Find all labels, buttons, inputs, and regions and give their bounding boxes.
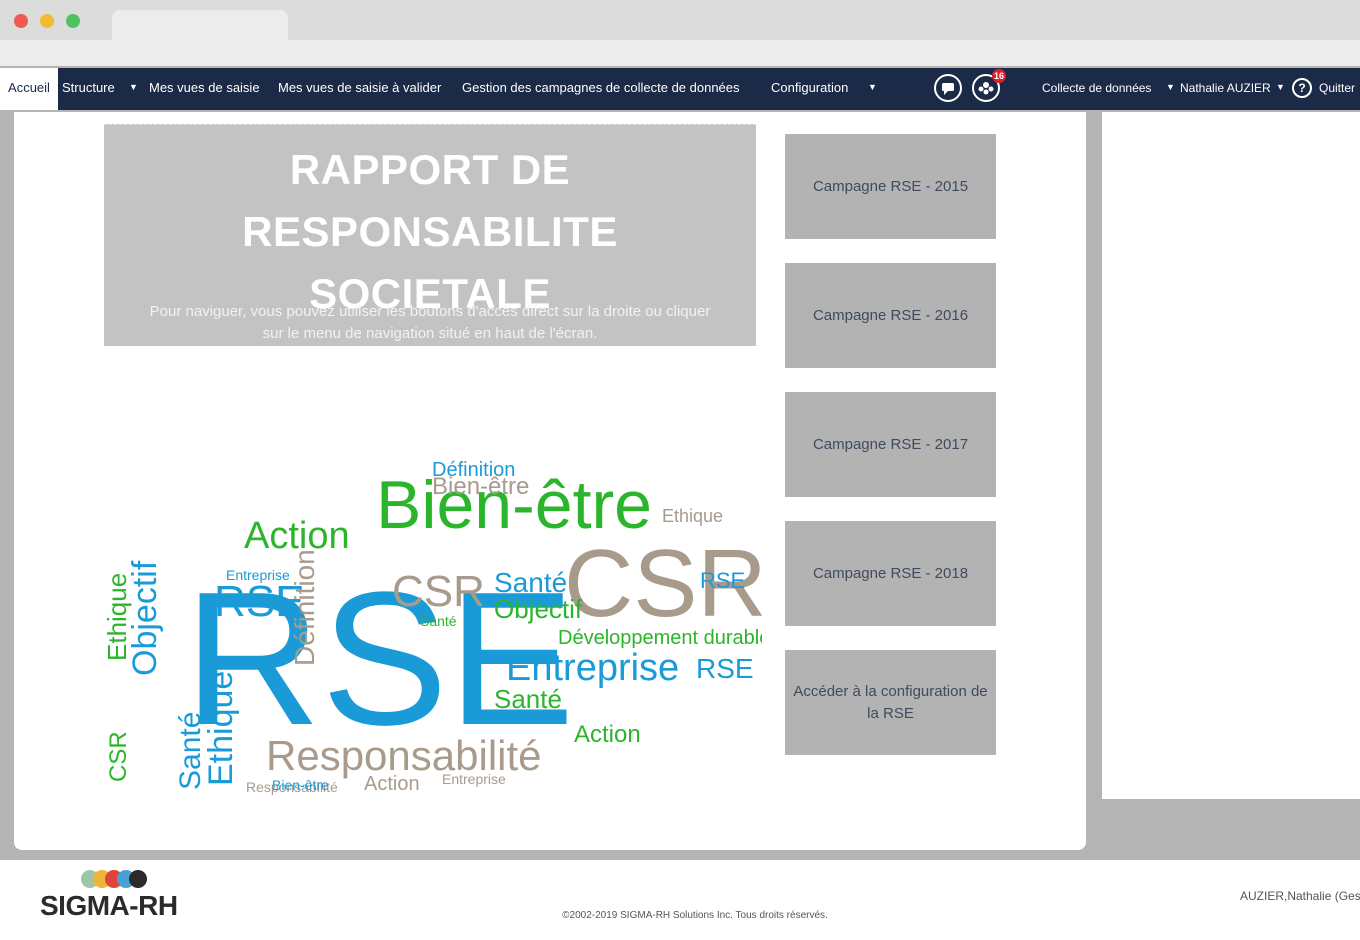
browser-chrome <box>0 0 1360 66</box>
word-cloud-word: Santé <box>174 712 207 790</box>
title-line-1: RAPPORT DE RESPONSABILITE <box>242 146 618 255</box>
rse-configuration-button[interactable]: Accéder à la configuration de la RSE <box>785 650 996 755</box>
word-cloud-word: CSR <box>392 567 485 616</box>
nav-item-user[interactable]: Nathalie AUZIER <box>1180 68 1271 110</box>
nav-item-gestion-campagnes[interactable]: Gestion des campagnes de collecte de don… <box>462 68 740 110</box>
word-cloud-word: RSE <box>700 568 745 593</box>
collecte-caret-icon[interactable]: ▼ <box>1166 68 1175 110</box>
instructions-line-2: sur le menu de navigation situé en haut … <box>262 325 598 342</box>
word-cloud-word: Ethique <box>662 506 723 526</box>
nav-item-vues-valider[interactable]: Mes vues de saisie à valider <box>278 68 441 110</box>
word-cloud-word: Entreprise <box>226 567 290 583</box>
campaign-2015-button[interactable]: Campagne RSE - 2015 <box>785 134 996 239</box>
word-cloud-word: RSE <box>696 653 754 684</box>
footer <box>0 860 1360 940</box>
structure-caret-icon[interactable]: ▼ <box>129 68 138 110</box>
address-bar[interactable] <box>0 40 1360 66</box>
sigma-rh-logo-icon <box>81 870 147 888</box>
word-cloud-word: Santé <box>494 684 562 714</box>
configuration-caret-icon[interactable]: ▼ <box>868 68 877 110</box>
user-caret-icon[interactable]: ▼ <box>1276 68 1285 110</box>
maximize-window-icon[interactable] <box>66 14 80 28</box>
rse-word-cloud: RSEBien-êtreCSRResponsabilitéEntrepriseS… <box>102 459 762 795</box>
main-navbar: Accueil Structure ▼ Mes vues de saisie M… <box>0 68 1360 110</box>
word-cloud-word: Objectif <box>126 560 164 676</box>
copyright-text: ©2002-2019 SIGMA-RH Solutions Inc. Tous … <box>562 910 828 921</box>
nav-item-configuration[interactable]: Configuration <box>771 68 848 110</box>
word-cloud-word: Entreprise <box>506 647 679 689</box>
word-cloud-word: Action <box>574 721 641 748</box>
side-panel <box>1102 112 1360 799</box>
word-cloud-word: Ethique <box>202 671 240 786</box>
word-cloud-word: Bien-être <box>272 777 329 793</box>
close-window-icon[interactable] <box>14 14 28 28</box>
word-cloud-word: Entreprise <box>442 771 506 787</box>
instructions-line-1: Pour naviguer, vous pouvez utiliser les … <box>149 303 711 320</box>
campaign-2017-button[interactable]: Campagne RSE - 2017 <box>785 392 996 497</box>
hero-instructions: Pour naviguer, vous pouvez utiliser les … <box>114 301 746 345</box>
footer-user: AUZIER,Nathalie (Gest <box>1240 889 1360 903</box>
help-icon[interactable]: ? <box>1292 78 1312 98</box>
word-cloud-word: RSE <box>214 577 304 626</box>
word-cloud-word: CSR <box>105 731 132 782</box>
word-cloud-word: Développement durable <box>558 627 762 649</box>
chat-icon[interactable] <box>934 74 962 102</box>
nav-item-mes-vues[interactable]: Mes vues de saisie <box>149 68 260 110</box>
nav-item-structure[interactable]: Structure <box>62 68 115 110</box>
campaign-2016-button[interactable]: Campagne RSE - 2016 <box>785 263 996 368</box>
word-cloud-word: Santé <box>420 613 457 629</box>
nav-item-accueil[interactable]: Accueil <box>0 68 58 110</box>
minimize-window-icon[interactable] <box>40 14 54 28</box>
notification-badge: 16 <box>992 69 1006 83</box>
word-cloud-word: Action <box>364 773 420 795</box>
word-cloud-word: Objectif <box>494 594 583 624</box>
nav-item-collecte[interactable]: Collecte de données <box>1042 68 1151 110</box>
hero-banner: RAPPORT DE RESPONSABILITE SOCIETALE Pour… <box>104 124 756 346</box>
campaign-2018-button[interactable]: Campagne RSE - 2018 <box>785 521 996 626</box>
word-cloud-word: Définition <box>432 459 515 481</box>
page-title: RAPPORT DE RESPONSABILITE SOCIETALE <box>104 139 756 325</box>
nav-item-quitter[interactable]: Quitter <box>1319 68 1355 110</box>
